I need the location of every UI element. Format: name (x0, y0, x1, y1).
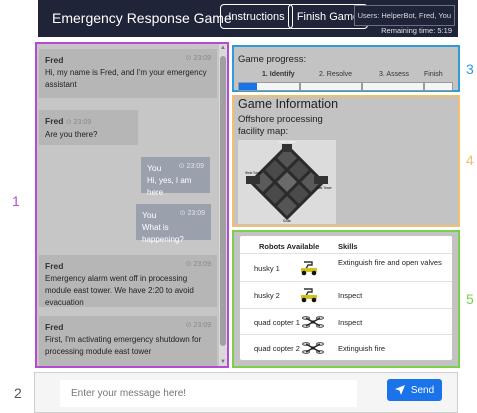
chat-message: Fred ⊙ 23:09 Hi, my name is Fred, and I'… (39, 49, 217, 98)
info-title: Game Information (238, 97, 339, 111)
send-button[interactable]: Send (387, 379, 442, 401)
app-title: Emergency Response Game (52, 10, 232, 26)
map-label: West Tower (245, 171, 262, 175)
message-time: ⊙ 23:09 (178, 163, 204, 170)
robot-row[interactable]: husky 2 Inspect (240, 281, 452, 309)
progress-stage: 3. Assess (379, 71, 409, 78)
skills-header: Skills (338, 242, 358, 251)
robot-name: quad copter 2 (254, 344, 300, 353)
message-time: ⊙ 23:09 (185, 322, 211, 329)
robot-skills: Extinguish fire (338, 344, 386, 353)
message-text: First, I'm activating emergency shutdown… (45, 334, 202, 356)
instructions-button[interactable]: Instructions (220, 4, 293, 29)
progress-stage: Finish (424, 71, 443, 78)
robot-name: husky 1 (254, 264, 280, 273)
scroll-up-arrow-icon[interactable]: ▲ (220, 45, 226, 51)
chat-panel: Fred ⊙ 23:09 Hi, my name is Fred, and I'… (35, 42, 229, 368)
game-progress-panel: Game progress: 1. Identify 2. Resolve 3.… (232, 45, 460, 92)
robots-table: Robots Available Skills husky 1 Extingui… (240, 236, 452, 360)
send-label: Send (410, 384, 435, 396)
chat-message: Fred ⊙ 23:09 Are you there? (39, 110, 138, 145)
robot-skills: Extinguish fire and open valves (338, 258, 442, 267)
facility-map-image: North Tower West Tower East Tower South (245, 140, 333, 223)
facility-map[interactable]: North Tower West Tower East Tower South (238, 140, 336, 224)
progress-segment (362, 82, 424, 91)
annotation-2: 2 (14, 385, 22, 401)
progress-fill (239, 83, 257, 90)
robot-row[interactable]: quad copter 2 Extinguish fire (240, 334, 452, 361)
message-text: Hi, yes, I am here (147, 175, 192, 197)
robot-skills: Inspect (338, 291, 363, 300)
progress-stage: 2. Resolve (319, 71, 353, 78)
users-list: Users: HelperBot, Fred, You (353, 5, 455, 26)
annotation-4: 4 (466, 152, 474, 168)
message-text: Hi, my name is Fred, and I'm your emerge… (45, 67, 207, 89)
message-text: Are you there? (45, 129, 98, 139)
paper-plane-icon (394, 385, 405, 395)
map-caption: Offshore processing facility map: (238, 114, 323, 137)
annotation-5: 5 (466, 291, 474, 307)
message-bar: Send (34, 372, 458, 413)
quadcopter-icon (302, 342, 324, 354)
annotation-3: 3 (466, 61, 474, 77)
robots-panel: Robots Available Skills husky 1 Extingui… (232, 230, 460, 368)
annotation-1: 1 (12, 193, 20, 209)
message-sender: Fred ⊙ 23:09 (45, 116, 92, 126)
app-header: Emergency Response Game Instructions Fin… (38, 0, 458, 37)
chat-message: You ⊙ 23:09 What is happening? (136, 204, 211, 244)
robots-header: Robots Available (259, 242, 320, 251)
message-text: What is happening? (142, 222, 184, 244)
chat-message: You ⊙ 23:09 Hi, yes, I am here (141, 157, 210, 197)
chat-message: Fred ⊙ 23:09 Emergency alarm went off in… (39, 255, 217, 307)
map-label: East Tower (316, 186, 333, 190)
game-information-panel: Game Information Offshore processing fac… (232, 95, 460, 227)
husky-robot-icon (301, 288, 317, 303)
message-time: ⊙ 23:09 (185, 55, 211, 62)
message-input[interactable] (60, 380, 357, 407)
robot-name: quad copter 1 (254, 318, 300, 327)
robot-skills: Inspect (338, 318, 363, 327)
message-text: Emergency alarm went off in processing m… (45, 273, 194, 307)
map-label: North Tower (278, 140, 296, 144)
quadcopter-icon (302, 316, 324, 328)
scroll-down-arrow-icon[interactable]: ▼ (220, 359, 226, 365)
progress-segment (300, 82, 362, 91)
robot-name: husky 2 (254, 291, 280, 300)
chat-scrollbar[interactable]: ▲ ▼ (219, 44, 227, 366)
progress-segment (424, 82, 453, 91)
husky-robot-icon (301, 261, 317, 276)
message-time: ⊙ 23:09 (179, 210, 205, 217)
scroll-thumb[interactable] (220, 56, 226, 346)
robot-row[interactable]: quad copter 1 Inspect (240, 308, 452, 335)
robot-row[interactable]: husky 1 Extinguish fire and open valves (240, 253, 452, 282)
message-time: ⊙ 23:09 (185, 261, 211, 268)
progress-stage: 1. Identify (262, 71, 295, 78)
progress-segment (238, 82, 300, 91)
chat-message: Fred ⊙ 23:09 First, I'm activating emerg… (39, 316, 217, 366)
progress-title: Game progress: (238, 54, 307, 65)
map-label: South (283, 219, 292, 223)
remaining-time: Remaining time: 5:19 (381, 26, 452, 35)
